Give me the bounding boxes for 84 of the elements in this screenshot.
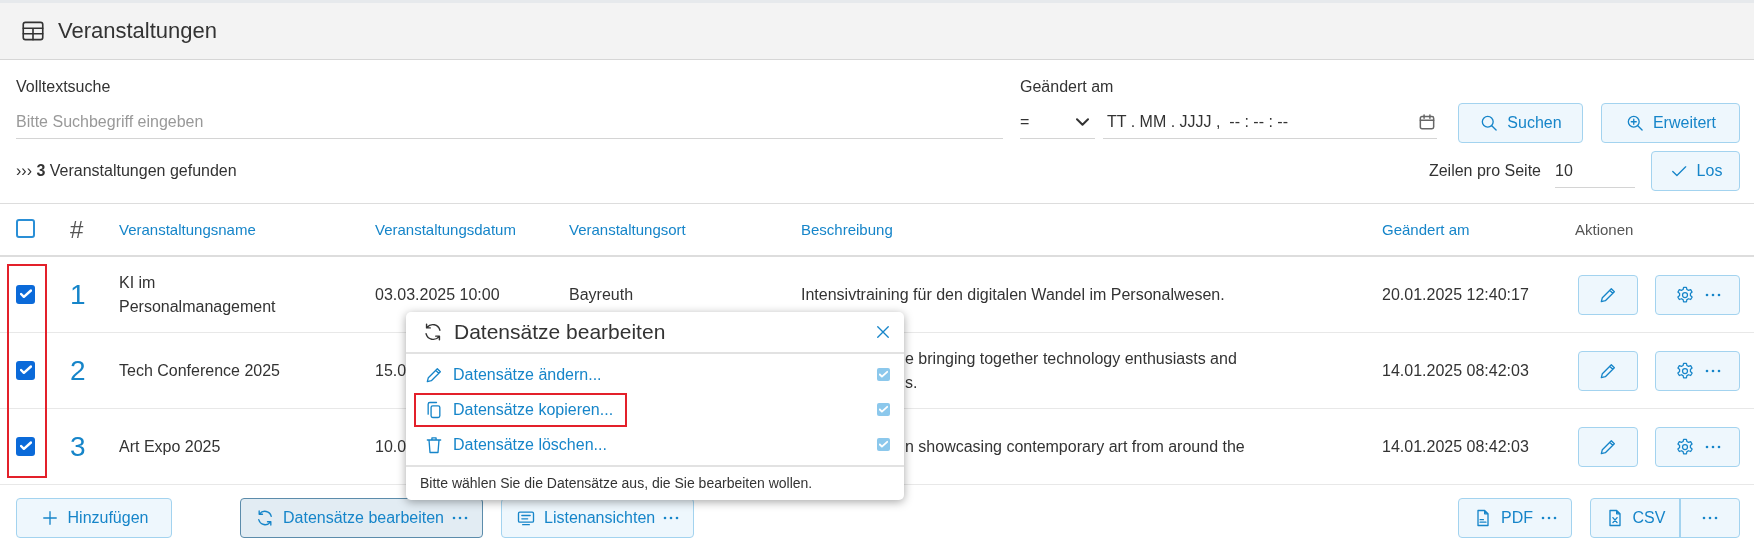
close-icon: [874, 323, 892, 341]
event-description: e bringing together technology enthusiasts and: [905, 348, 1237, 369]
item-checkbox[interactable]: [877, 403, 890, 416]
settings-menu-button[interactable]: [1655, 426, 1740, 467]
event-name: Art Expo 2025: [119, 436, 221, 457]
trash-icon: [424, 434, 444, 455]
popup-hint: Bitte wählen Sie die Datensätze aus, die Sie bearbeiten wollen.: [406, 465, 904, 500]
page-title: Veranstaltungen: [58, 18, 218, 44]
modified-date: 14.01.2025 08:42:03: [1382, 361, 1529, 379]
checkmark-icon: [19, 288, 32, 301]
column-header[interactable]: Veranstaltungsort: [569, 221, 801, 238]
search-label: Volltextsuche: [16, 78, 112, 96]
export-csv-button[interactable]: CSV: [1591, 499, 1679, 536]
column-header[interactable]: Veranstaltungsdatum: [375, 221, 569, 238]
menu-item[interactable]: Datensätze löschen...: [414, 427, 621, 462]
event-description: n showcasing contemporary art from around the: [905, 436, 1245, 457]
event-location: Bayreuth: [569, 285, 634, 303]
edit-button[interactable]: [1578, 426, 1638, 467]
checkmark-icon: [19, 440, 32, 453]
search-button[interactable]: Suchen: [1458, 103, 1583, 143]
row-number: 1: [70, 278, 87, 311]
export-pdf-button[interactable]: PDF: [1458, 498, 1572, 538]
list-view-icon: [516, 508, 536, 528]
event-date: 03.03.2025 10:00: [375, 285, 500, 303]
settings-icon: [1674, 436, 1695, 457]
go-button[interactable]: Los: [1651, 151, 1740, 191]
edit-button[interactable]: [1578, 274, 1638, 315]
checkmark-icon: [879, 440, 888, 449]
popup-title: Datensätze bearbeiten: [454, 320, 667, 344]
event-description: Intensivtraining für den digitalen Wandel im Personalwesen.: [801, 284, 1225, 305]
item-checkbox[interactable]: [877, 368, 890, 381]
date-filter-label: Geändert am: [1020, 78, 1115, 96]
row-checkbox[interactable]: [16, 436, 35, 456]
event-name: KI im Personalmanagement: [119, 272, 277, 317]
event-description: s.: [905, 372, 918, 393]
column-header: #: [70, 215, 84, 244]
search-icon: [1479, 113, 1500, 133]
modified-date: 20.01.2025 12:40:17: [1382, 285, 1529, 303]
refresh-icon: [422, 321, 444, 343]
more-icon: [1541, 516, 1557, 520]
more-icon: [663, 516, 680, 520]
row-number: 3: [70, 430, 87, 463]
edit-button[interactable]: [1578, 350, 1638, 391]
calendar-icon: [1417, 111, 1437, 132]
settings-icon: [1674, 284, 1695, 305]
edit-records-button[interactable]: Datensätze bearbeiten: [240, 498, 483, 538]
select-all-checkbox[interactable]: [16, 218, 35, 238]
checkmark-icon: [879, 405, 888, 414]
close-button[interactable]: [874, 323, 892, 341]
more-icon: [1702, 515, 1718, 520]
settings-icon: [1674, 360, 1695, 381]
advanced-search-button[interactable]: Erweitert: [1601, 103, 1740, 143]
event-date: 15.0: [375, 361, 407, 379]
row-number: 2: [70, 354, 87, 387]
column-header: Aktionen: [1575, 221, 1635, 238]
column-header[interactable]: Beschreibung: [801, 221, 1382, 238]
checkmark-icon: [19, 364, 32, 377]
row-checkbox[interactable]: [16, 284, 35, 304]
rows-per-page-field[interactable]: 10: [1555, 154, 1635, 188]
chevron-down-icon: [1076, 117, 1089, 126]
operator-select[interactable]: =: [1020, 105, 1095, 139]
item-checkbox[interactable]: [877, 438, 890, 451]
more-icon: [1704, 292, 1721, 297]
list-views-button[interactable]: Listenansichten: [501, 498, 695, 538]
modified-date: 14.01.2025 08:42:03: [1382, 437, 1529, 455]
refresh-icon: [255, 508, 275, 528]
event-date: 10.0: [375, 437, 407, 455]
menu-item[interactable]: Datensätze kopieren...: [414, 392, 628, 427]
settings-menu-button[interactable]: [1655, 274, 1740, 315]
rows-per-page-label: Zeilen pro Seite: [1428, 162, 1541, 180]
more-icon: [1704, 368, 1721, 373]
event-name: Tech Conference 2025: [119, 360, 280, 381]
add-button[interactable]: Hinzufügen: [16, 498, 172, 538]
search-field[interactable]: Bitte Suchbegriff eingeben: [16, 105, 1003, 139]
more-icon: [1704, 444, 1721, 449]
settings-menu-button[interactable]: [1655, 350, 1740, 391]
date-time-field[interactable]: TT . MM . JJJJ , -- : -- : --: [1103, 105, 1437, 139]
column-header[interactable]: Veranstaltungsname: [119, 221, 375, 238]
column-header[interactable]: Geändert am: [1382, 221, 1575, 238]
row-checkbox[interactable]: [16, 360, 35, 380]
checkmark-icon: [879, 370, 888, 379]
menu-item[interactable]: Datensätze ändern...: [414, 357, 616, 392]
more-icon: [452, 516, 468, 520]
results-count: ››› 3 Veranstaltungen gefunden: [16, 162, 237, 180]
